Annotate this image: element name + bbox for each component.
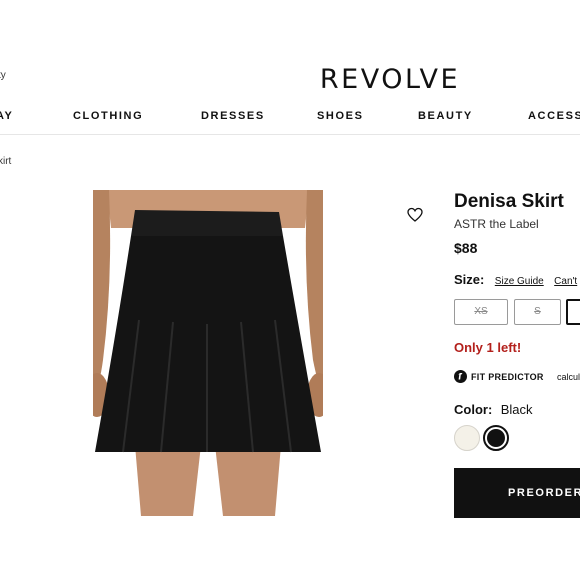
size-label: Size: <box>454 272 485 287</box>
product-price: $88 <box>454 240 478 256</box>
nav-item-beauty[interactable]: BEAUTY <box>418 110 473 122</box>
fit-predictor-icon <box>454 370 467 383</box>
size-row: Size: Size Guide Can't <box>454 271 577 289</box>
nav-item-clothing[interactable]: CLOTHING <box>73 110 143 122</box>
swatch-black[interactable] <box>483 425 509 451</box>
revolve-logo[interactable]: REVOLVE <box>0 64 580 95</box>
size-option-s[interactable]: S <box>514 299 561 325</box>
nav-item-accessories[interactable]: ACCESS <box>528 110 580 122</box>
color-row: Color: Black <box>454 401 533 419</box>
fit-predictor-label: FIT PREDICTOR <box>471 372 544 382</box>
heart-icon[interactable] <box>407 207 423 223</box>
nav-item-today[interactable]: AY <box>0 110 13 122</box>
product-image[interactable] <box>93 190 323 516</box>
product-brand-link[interactable]: ASTR the Label <box>454 217 539 231</box>
nav-item-dresses[interactable]: DRESSES <box>201 110 265 122</box>
size-option-available[interactable] <box>566 299 580 325</box>
preorder-button[interactable]: PREORDER <box>454 468 580 518</box>
breadcrumb[interactable]: kirt <box>0 156 11 167</box>
skirt-photo-illustration <box>93 190 323 516</box>
cant-find-size-link[interactable]: Can't <box>554 276 577 287</box>
size-option-xs[interactable]: XS <box>454 299 508 325</box>
main-nav: AY CLOTHING DRESSES SHOES BEAUTY ACCESS <box>0 110 580 124</box>
color-value: Black <box>500 402 533 417</box>
size-guide-link[interactable]: Size Guide <box>495 276 544 287</box>
product-title: Denisa Skirt <box>454 191 564 212</box>
nav-item-shoes[interactable]: SHOES <box>317 110 364 122</box>
fit-predictor-text: calculate <box>557 372 580 382</box>
header-divider <box>0 134 580 135</box>
stock-message: Only 1 left! <box>454 340 522 355</box>
swatch-black-fill <box>487 429 505 447</box>
swatch-ivory[interactable] <box>454 425 480 451</box>
color-label: Color: <box>454 402 493 417</box>
